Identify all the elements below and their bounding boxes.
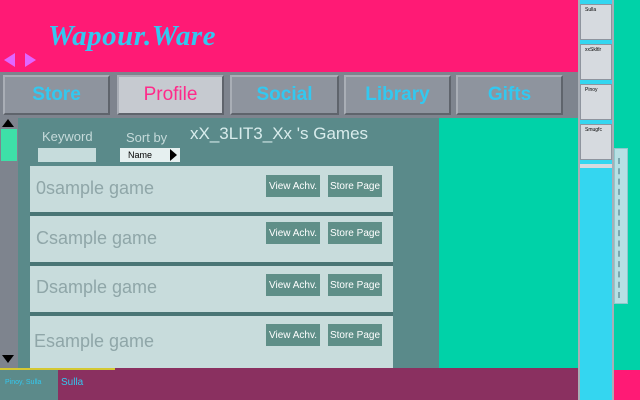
game-name: Dsample game — [36, 277, 158, 297]
store-page-button[interactable]: Store Page — [328, 222, 382, 244]
tab-store[interactable]: Store — [3, 75, 110, 115]
friend-card[interactable]: xxSkltlr — [580, 44, 612, 80]
app-title: Wapour.Ware — [48, 20, 216, 52]
friend-card[interactable]: Smugfc — [580, 124, 612, 160]
chat-tab[interactable]: Sulla — [58, 368, 115, 400]
friend-card-divider — [580, 164, 612, 168]
view-achievements-button[interactable]: View Achv. — [266, 175, 320, 197]
sort-label: Sort by — [126, 130, 168, 145]
friend-name: Smugfc — [585, 127, 602, 133]
chat-tab[interactable]: Pinoy, Sulla — [0, 368, 58, 400]
tab-library[interactable]: Library — [344, 75, 451, 115]
dropdown-arrow-icon[interactable] — [170, 149, 177, 161]
friend-card[interactable]: Sulla — [580, 4, 612, 40]
view-achievements-button[interactable]: View Achv. — [266, 324, 320, 346]
game-name: 0sample game — [36, 178, 155, 198]
game-name: Esample game — [34, 331, 155, 351]
friend-name: Sulla — [585, 7, 597, 13]
friend-name: Pinoy — [585, 87, 598, 93]
friend-name: xxSkltlr — [585, 47, 602, 53]
game-name: Csample game — [36, 228, 158, 248]
scroll-thumb[interactable] — [1, 129, 17, 161]
forward-arrow-icon[interactable] — [25, 53, 36, 67]
games-heading: xX_3LIT3_Xx 's Games — [190, 124, 369, 143]
tab-profile[interactable]: Profile — [117, 75, 224, 115]
detail-pane — [439, 118, 578, 368]
keyword-label: Keyword — [42, 129, 93, 144]
store-page-button[interactable]: Store Page — [328, 175, 382, 197]
friends-scroll-grip[interactable] — [618, 158, 624, 298]
store-page-button[interactable]: Store Page — [328, 274, 382, 296]
store-page-button[interactable]: Store Page — [328, 324, 382, 346]
back-arrow-icon[interactable] — [4, 53, 15, 67]
tab-social[interactable]: Social — [230, 75, 339, 115]
friend-card[interactable]: Pinoy — [580, 84, 612, 120]
tab-gifts[interactable]: Gifts — [456, 75, 563, 115]
scroll-up-icon[interactable] — [2, 119, 14, 127]
keyword-input[interactable] — [38, 148, 96, 162]
scroll-down-icon[interactable] — [2, 355, 14, 363]
view-achievements-button[interactable]: View Achv. — [266, 222, 320, 244]
view-achievements-button[interactable]: View Achv. — [266, 274, 320, 296]
